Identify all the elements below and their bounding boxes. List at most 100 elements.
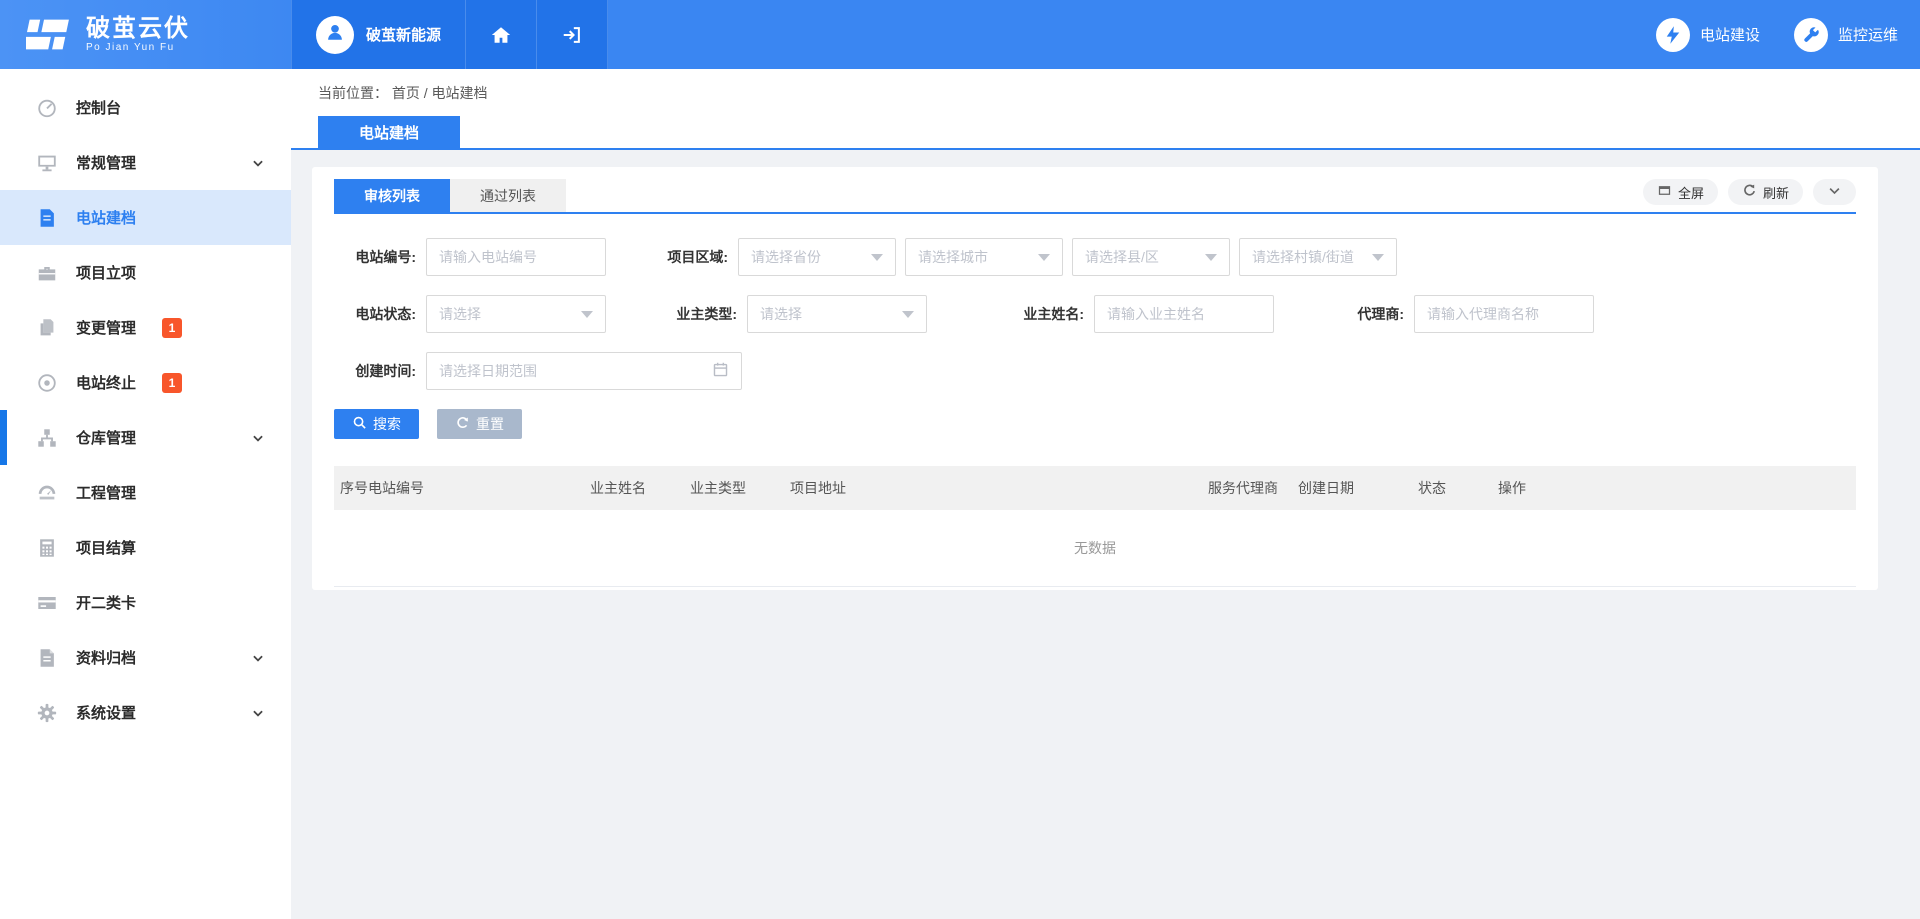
select-caret-icon xyxy=(1038,254,1050,261)
col-project-address: 项目地址 xyxy=(790,466,1208,510)
fullscreen-button[interactable]: 全屏 xyxy=(1643,179,1718,205)
home-button[interactable] xyxy=(466,0,537,69)
filter-actions: 搜索 重置 xyxy=(334,409,1856,439)
sidebar-item-engineering-mgmt[interactable]: 工程管理 xyxy=(0,465,291,520)
sidebar-item-project-initiation[interactable]: 项目立项 xyxy=(0,245,291,300)
filter-row-3: 创建时间: xyxy=(334,352,1856,390)
city-select[interactable]: 请选择城市 xyxy=(905,238,1063,276)
header-spacer xyxy=(608,0,1656,69)
chevron-down-icon[interactable] xyxy=(251,156,265,170)
login-exit-button[interactable] xyxy=(537,0,608,69)
header-dark-group: 破茧新能源 xyxy=(291,0,608,69)
page-tab-station-archive[interactable]: 电站建档 xyxy=(318,116,460,148)
brand-logo: 破茧云伏 Po Jian Yun Fu xyxy=(0,0,291,69)
select-caret-icon xyxy=(1372,254,1384,261)
station-status-select[interactable]: 请选择 xyxy=(426,295,606,333)
chevron-down-icon[interactable] xyxy=(251,651,265,665)
file-icon xyxy=(36,647,58,669)
tab-review-list[interactable]: 审核列表 xyxy=(334,179,450,212)
sidebar: 控制台 常规管理 xyxy=(0,69,291,919)
breadcrumb-path[interactable]: 首页 / 电站建档 xyxy=(392,85,488,101)
station-no-label: 电站编号: xyxy=(334,247,416,267)
sidebar-item-dashboard[interactable]: 控制台 xyxy=(0,80,291,135)
filter-row-2: 电站状态: 请选择 业主类型: 请选择 业主姓名: xyxy=(334,295,1856,333)
col-service-agent: 服务代理商 xyxy=(1208,466,1298,510)
sidebar-item-system-settings[interactable]: 系统设置 xyxy=(0,685,291,740)
breadcrumb: 当前位置： 首页 / 电站建档 xyxy=(318,83,488,103)
sidebar-item-label: 项目结算 xyxy=(76,537,136,558)
chevron-down-icon xyxy=(1827,183,1842,201)
town-select[interactable]: 请选择村镇/街道 xyxy=(1239,238,1397,276)
collapse-button[interactable] xyxy=(1813,179,1856,205)
logo-title: 破茧云伏 xyxy=(86,16,190,42)
logo-panels-icon xyxy=(26,18,72,52)
lightning-icon xyxy=(1656,18,1690,52)
change-mgmt-badge: 1 xyxy=(162,318,182,338)
refresh-button[interactable]: 刷新 xyxy=(1728,179,1803,205)
main-area: 当前位置： 首页 / 电站建档 电站建档 审核列表 通过列表 xyxy=(291,69,1920,919)
dashboard-icon xyxy=(36,482,58,504)
logo-subtitle: Po Jian Yun Fu xyxy=(86,42,190,53)
app-monitor-ops[interactable]: 监控运维 xyxy=(1794,18,1898,52)
sidebar-item-open-card[interactable]: 开二类卡 xyxy=(0,575,291,630)
search-icon xyxy=(352,415,367,433)
sidebar-item-warehouse-mgmt[interactable]: 仓库管理 xyxy=(0,410,291,465)
date-range-picker[interactable] xyxy=(426,352,742,390)
select-caret-icon xyxy=(871,254,883,261)
sidebar-scroll-indicator[interactable] xyxy=(0,410,7,465)
sidebar-item-project-settlement[interactable]: 项目结算 xyxy=(0,520,291,575)
app-station-build-label: 电站建设 xyxy=(1700,24,1760,45)
sidebar-item-general-mgmt[interactable]: 常规管理 xyxy=(0,135,291,190)
app-monitor-ops-label: 监控运维 xyxy=(1838,24,1898,45)
refresh-icon xyxy=(1742,183,1757,201)
date-range-input[interactable] xyxy=(439,363,712,379)
col-actions: 操作 xyxy=(1498,466,1856,510)
calendar-icon xyxy=(712,361,729,381)
panel-tabs: 审核列表 通过列表 全屏 xyxy=(334,179,1856,214)
agent-input[interactable] xyxy=(1414,295,1594,333)
search-button[interactable]: 搜索 xyxy=(334,409,419,439)
fullscreen-icon xyxy=(1657,183,1672,201)
col-owner-type: 业主类型 xyxy=(690,466,790,510)
sidebar-item-change-mgmt[interactable]: 变更管理 1 xyxy=(0,300,291,355)
sidebar-item-data-archive[interactable]: 资料归档 xyxy=(0,630,291,685)
home-icon xyxy=(490,24,512,46)
panel-toolbar: 全屏 刷新 xyxy=(1643,179,1856,212)
select-caret-icon xyxy=(1205,254,1217,261)
user-menu[interactable]: 破茧新能源 xyxy=(291,0,466,69)
select-caret-icon xyxy=(581,311,593,318)
topbar: 当前位置： 首页 / 电站建档 电站建档 xyxy=(291,69,1920,150)
col-owner-name: 业主姓名 xyxy=(590,466,690,510)
province-select[interactable]: 请选择省份 xyxy=(738,238,896,276)
region-label: 项目区域: xyxy=(646,247,728,267)
content-card: 审核列表 通过列表 全屏 xyxy=(312,167,1878,590)
owner-name-input[interactable] xyxy=(1094,295,1274,333)
app-root: 破茧云伏 Po Jian Yun Fu 破茧新能源 xyxy=(0,0,1920,919)
tab-passed-list[interactable]: 通过列表 xyxy=(450,179,566,212)
chevron-down-icon[interactable] xyxy=(251,706,265,720)
sidebar-item-station-terminate[interactable]: 电站终止 1 xyxy=(0,355,291,410)
sidebar-item-label: 控制台 xyxy=(76,97,121,118)
circle-dot-icon xyxy=(36,372,58,394)
sidebar-item-label: 电站建档 xyxy=(76,207,136,228)
county-select[interactable]: 请选择县/区 xyxy=(1072,238,1230,276)
avatar xyxy=(316,16,354,54)
top-header: 破茧云伏 Po Jian Yun Fu 破茧新能源 xyxy=(0,0,1920,69)
reset-button[interactable]: 重置 xyxy=(437,409,522,439)
app-station-build[interactable]: 电站建设 xyxy=(1656,18,1760,52)
empty-row: 无数据 xyxy=(334,510,1856,586)
agent-label: 代理商: xyxy=(1332,304,1404,324)
col-station-no: 电站编号 xyxy=(368,466,590,510)
wrench-icon xyxy=(1794,18,1828,52)
col-status: 状态 xyxy=(1418,466,1498,510)
card-icon xyxy=(36,592,58,614)
reset-icon xyxy=(455,415,470,433)
sidebar-item-label: 系统设置 xyxy=(76,702,136,723)
sidebar-item-label: 项目立项 xyxy=(76,262,136,283)
sidebar-item-station-archive[interactable]: 电站建档 xyxy=(0,190,291,245)
header-apps: 电站建设 监控运维 xyxy=(1656,0,1920,69)
sidebar-item-label: 变更管理 xyxy=(76,317,136,338)
owner-type-select[interactable]: 请选择 xyxy=(747,295,927,333)
chevron-down-icon[interactable] xyxy=(251,431,265,445)
station-no-input[interactable] xyxy=(426,238,606,276)
